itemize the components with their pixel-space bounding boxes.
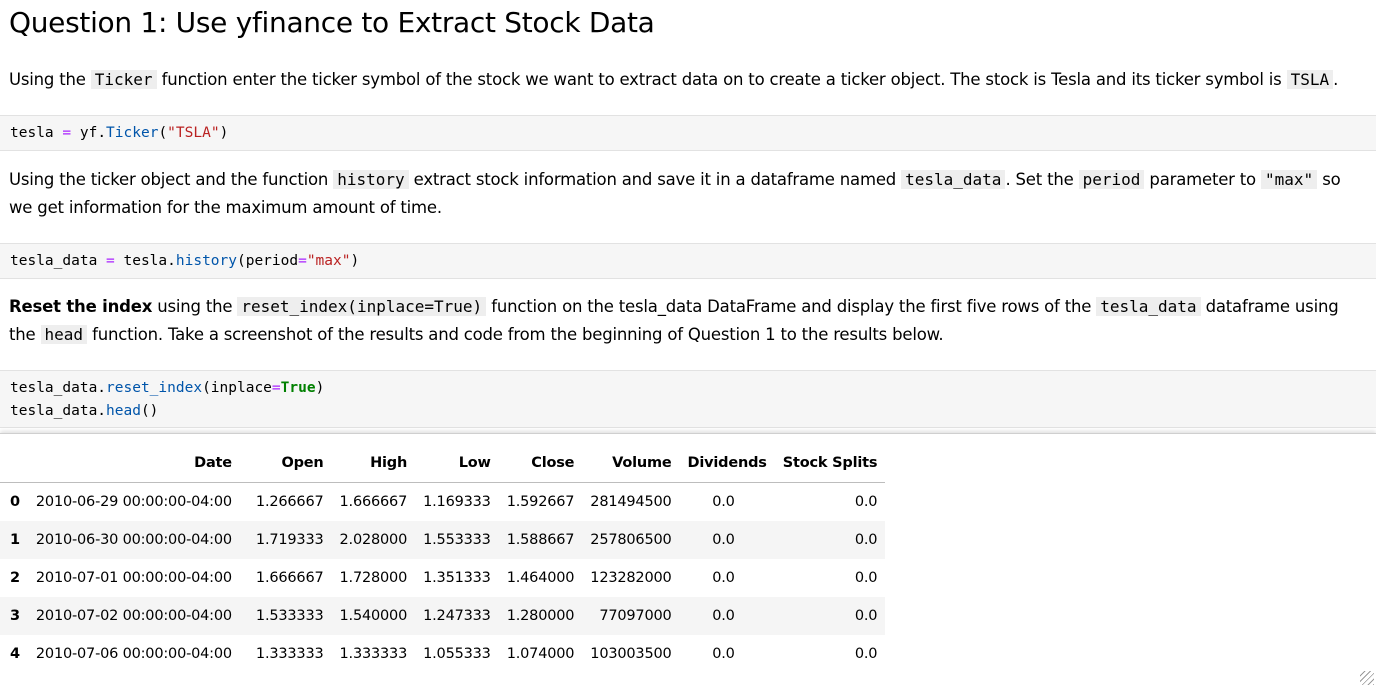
column-header: Open: [247, 444, 332, 483]
cell-volume: 77097000: [599, 608, 672, 624]
cell-dividends: 0.0: [712, 532, 735, 548]
cell-dividends: 0.0: [712, 570, 735, 586]
cell-dividends: 0.0: [712, 646, 735, 662]
row-index: 4: [10, 646, 20, 662]
cell-volume: 103003500: [590, 646, 672, 662]
table-row: 0 2010-06-29 00:00:00-04:00 1.266667 1.6…: [0, 483, 885, 522]
cell-high: 1.728000: [339, 570, 408, 586]
row-index: 1: [10, 532, 20, 548]
cell-stock-splits: 0.0: [854, 494, 878, 510]
inline-code-reset-index: reset_index(inplace=True): [237, 297, 487, 316]
row-index: 2: [10, 570, 20, 586]
table-row: 3 2010-07-02 00:00:00-04:00 1.533333 1.5…: [0, 597, 886, 635]
inline-code-period: period: [1078, 170, 1145, 189]
cell-stock-splits: 0.0: [854, 646, 878, 662]
code-line: tesla_data = tesla.history(period="max"): [10, 253, 360, 269]
history-paragraph: Using the ticker object and the function…: [9, 170, 1341, 217]
cell-low: 1.169333: [423, 494, 491, 510]
cell-stock-splits: 0.0: [854, 570, 878, 586]
cell-date: 2010-06-29 00:00:00-04:00: [35, 494, 232, 510]
column-header: Volume: [582, 444, 680, 483]
cell-high: 2.028000: [339, 532, 408, 548]
cell-stock-splits: 0.0: [854, 608, 878, 624]
inline-code-tesla-data: tesla_data: [901, 170, 1006, 189]
cell-close: 1.074000: [506, 646, 575, 662]
cell-volume: 281494500: [590, 494, 672, 510]
cell-high: 1.333333: [339, 646, 408, 662]
inline-code-ticker: Ticker: [90, 70, 157, 89]
cell-date: 2010-07-01 00:00:00-04:00: [35, 570, 232, 586]
inline-code-head: head: [40, 325, 88, 344]
page-title: Question 1: Use yfinance to Extract Stoc…: [9, 6, 655, 39]
cell-low: 1.351333: [423, 570, 491, 586]
column-header: Close: [498, 444, 583, 483]
column-header: [0, 444, 28, 483]
cell-date: 2010-07-02 00:00:00-04:00: [35, 608, 232, 624]
cell-open: 1.719333: [255, 532, 324, 548]
column-header: Stock Splits: [774, 444, 886, 483]
resize-handle-icon[interactable]: [1360, 671, 1374, 685]
table-header-row: Date Open High Low Close Volume Dividend…: [0, 444, 886, 483]
cell-close: 1.464000: [506, 570, 575, 586]
dataframe-table: Date Open High Low Close Volume Dividend…: [0, 444, 886, 673]
inline-code-history: history: [333, 170, 409, 189]
cell-close: 1.592667: [506, 494, 575, 510]
code-line: tesla_data.reset_index(inplace=True): [10, 380, 325, 396]
cell-volume: 257806500: [590, 532, 672, 548]
cell-date: 2010-06-30 00:00:00-04:00: [35, 532, 232, 548]
cell-date: 2010-07-06 00:00:00-04:00: [35, 646, 232, 662]
cell-open: 1.333333: [255, 646, 324, 662]
column-header: Date: [27, 444, 248, 483]
code-line: tesla_data.head(): [10, 403, 159, 419]
column-header: High: [331, 444, 416, 483]
cell-low: 1.055333: [423, 646, 491, 662]
inline-code-max: "max": [1261, 170, 1318, 189]
code-cell-reset-head[interactable]: tesla_data.reset_index(inplace=True) tes…: [0, 370, 1376, 428]
output-area: Date Open High Low Close Volume Dividend…: [0, 433, 1376, 687]
cell-stock-splits: 0.0: [854, 532, 878, 548]
cell-high: 1.666667: [339, 494, 408, 510]
table-row: 4 2010-07-06 00:00:00-04:00 1.333333 1.3…: [0, 635, 885, 673]
code-cell-history[interactable]: tesla_data = tesla.history(period="max"): [0, 243, 1376, 279]
cell-open: 1.533333: [255, 608, 324, 624]
column-header: Dividends: [679, 444, 775, 483]
cell-volume: 123282000: [590, 570, 672, 586]
code-line: tesla = yf.Ticker("TSLA"): [10, 125, 229, 141]
inline-code-tesla-data: tesla_data: [1096, 297, 1201, 316]
table-row: 1 2010-06-30 00:00:00-04:00 1.719333 2.0…: [0, 521, 886, 559]
cell-open: 1.666667: [255, 570, 324, 586]
table-row: 2 2010-07-01 00:00:00-04:00 1.666667 1.7…: [0, 559, 885, 597]
code-cell-ticker[interactable]: tesla = yf.Ticker("TSLA"): [0, 115, 1376, 151]
intro-paragraph: Using the Ticker function enter the tick…: [9, 70, 1339, 89]
inline-code-tsla: TSLA: [1286, 70, 1334, 89]
cell-open: 1.266667: [255, 494, 324, 510]
cell-high: 1.540000: [339, 608, 408, 624]
cell-close: 1.588667: [506, 532, 575, 548]
cell-close: 1.280000: [506, 608, 575, 624]
row-index: 0: [10, 494, 20, 510]
cell-low: 1.553333: [423, 532, 491, 548]
cell-low: 1.247333: [423, 608, 491, 624]
row-index: 3: [10, 608, 20, 624]
reset-index-paragraph: Reset the index using the reset_index(in…: [9, 297, 1339, 344]
cell-dividends: 0.0: [712, 494, 735, 510]
cell-dividends: 0.0: [712, 608, 735, 624]
column-header: Low: [415, 444, 499, 483]
